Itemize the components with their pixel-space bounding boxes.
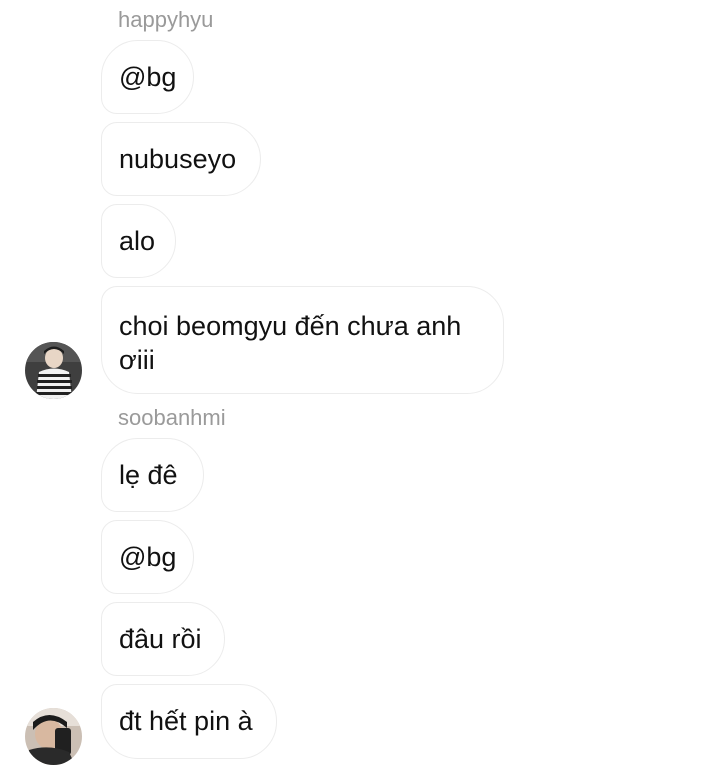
message-bubble[interactable]: @bg xyxy=(101,520,194,594)
message-text: @bg xyxy=(119,541,177,572)
message-text: alo xyxy=(119,225,156,256)
message-text: lẹ đê xyxy=(119,459,178,490)
sender-name: happyhyu xyxy=(118,7,214,32)
message-text: @bg xyxy=(119,61,177,92)
message-text: đt hết pin à xyxy=(119,706,253,736)
chat-thread: happyhyu @bg nubuseyo alo choi beomgyu đ… xyxy=(0,0,720,773)
message-bubble[interactable]: nubuseyo xyxy=(101,122,261,196)
message-bubble[interactable]: đt hết pin à xyxy=(101,684,277,759)
message-text: choi beomgyu đến chưa anh ơiii xyxy=(119,311,462,375)
message-text: đâu rồi xyxy=(119,623,202,654)
sender-name: soobanhmi xyxy=(118,405,226,430)
message-bubble[interactable]: lẹ đê xyxy=(101,438,204,512)
message-bubble[interactable]: @bg xyxy=(101,40,194,114)
message-bubble[interactable]: alo xyxy=(101,204,176,278)
user-avatar-phone-selfie-icon[interactable] xyxy=(25,708,82,765)
message-text: nubuseyo xyxy=(119,143,237,174)
user-avatar-striped-sweater-icon[interactable] xyxy=(25,342,82,399)
message-bubble[interactable]: đâu rồi xyxy=(101,602,225,676)
message-bubble[interactable]: choi beomgyu đến chưa anh ơiii xyxy=(101,286,504,394)
